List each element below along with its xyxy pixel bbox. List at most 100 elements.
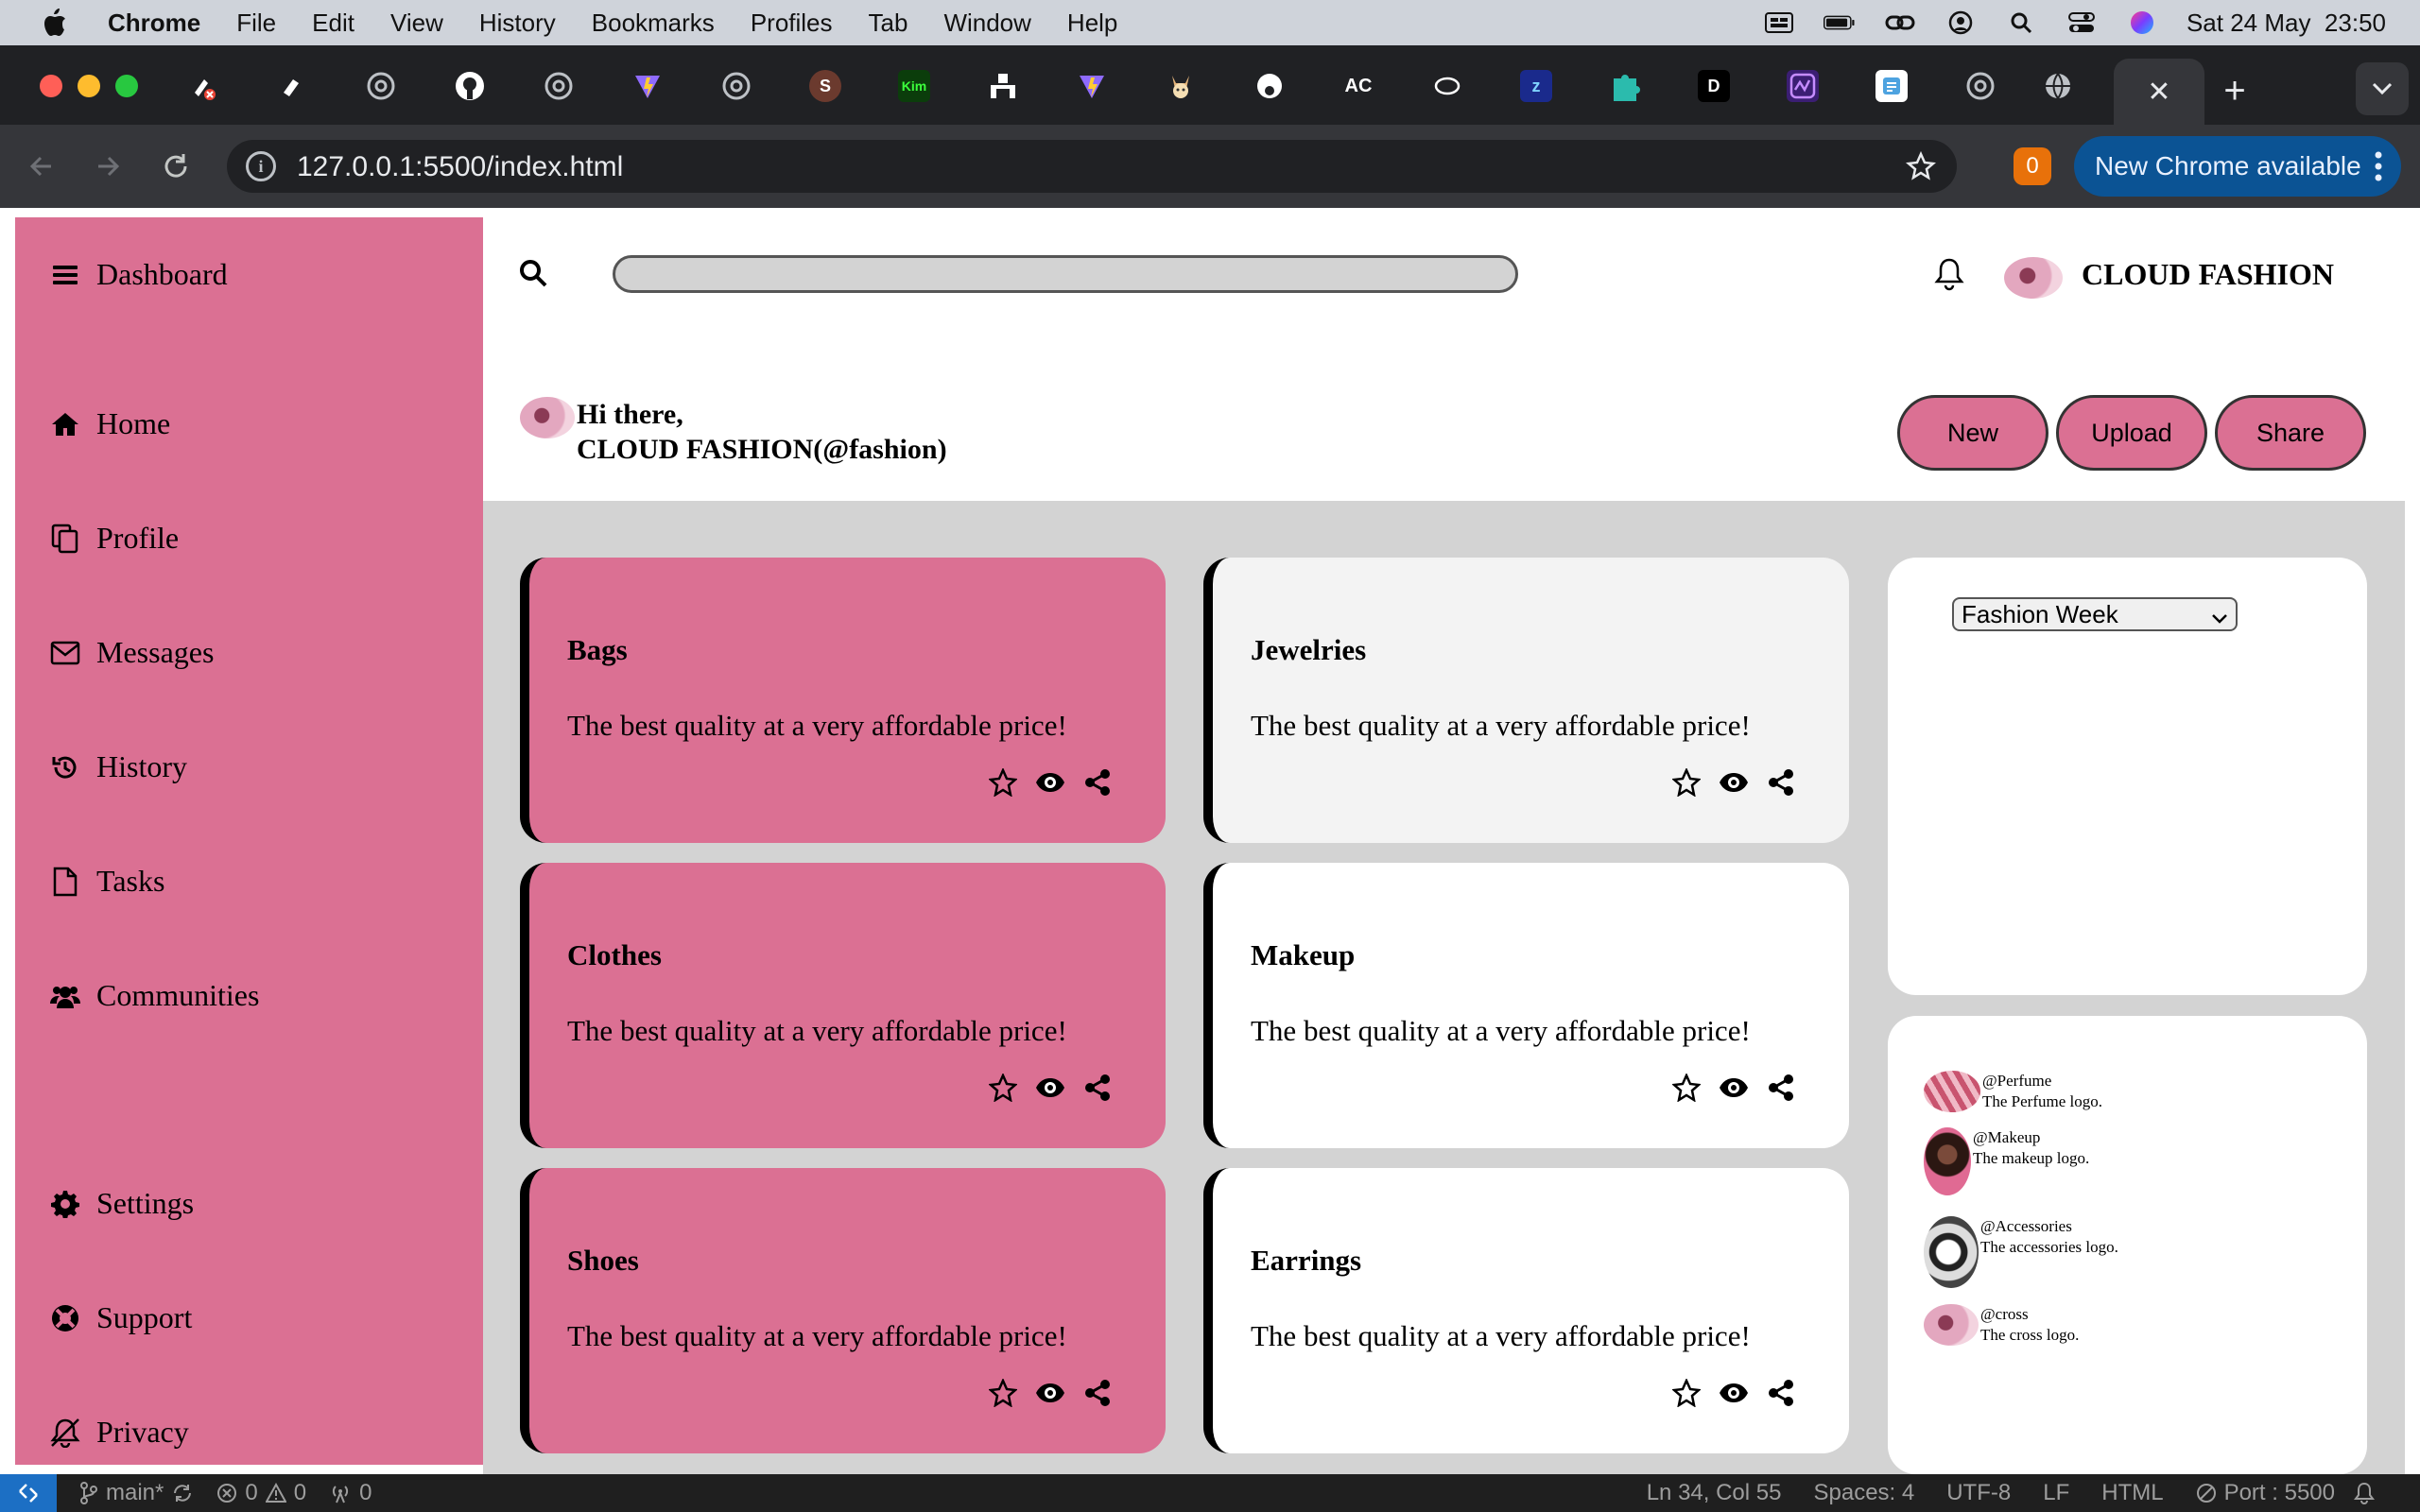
sidebar-item-home[interactable]: Home	[49, 406, 170, 441]
share-icon[interactable]	[1082, 767, 1113, 798]
bookmark-star-icon[interactable]	[1906, 150, 1936, 186]
star-icon[interactable]	[1671, 767, 1702, 798]
menu-clock[interactable]: Sat 24 May 23:50	[2187, 9, 2386, 38]
control-center-icon[interactable]	[2066, 11, 2098, 34]
site-info-icon[interactable]: i	[246, 151, 276, 181]
more-vert-icon[interactable]	[2375, 151, 2382, 188]
menu-window[interactable]: Window	[943, 9, 1030, 38]
siri-icon[interactable]	[2126, 11, 2158, 34]
share-icon[interactable]	[1766, 1378, 1796, 1408]
star-icon[interactable]	[988, 1073, 1018, 1103]
reload-icon[interactable]	[157, 147, 195, 185]
tab-favicon-docs-icon[interactable]	[1876, 70, 1908, 102]
close-window-button[interactable]	[40, 75, 62, 97]
category-card-shoes[interactable]: Shoes The best quality at a very afforda…	[520, 1168, 1166, 1453]
eye-icon[interactable]	[1719, 1378, 1749, 1408]
problems-indicator[interactable]: 0 0	[216, 1480, 306, 1506]
display-icon[interactable]	[1763, 11, 1795, 34]
new-button[interactable]: New	[1897, 395, 2048, 471]
extension-badge[interactable]: 0	[2014, 147, 2051, 185]
category-card-makeup[interactable]: Makeup The best quality at a very afford…	[1203, 863, 1849, 1148]
eye-icon[interactable]	[1035, 1073, 1065, 1103]
share-button[interactable]: Share	[2215, 395, 2366, 471]
chrome-update-button[interactable]: New Chrome available	[2074, 136, 2401, 197]
share-icon[interactable]	[1082, 1378, 1113, 1408]
upload-button[interactable]: Upload	[2056, 395, 2207, 471]
eye-icon[interactable]	[1719, 1073, 1749, 1103]
menu-app-name[interactable]: Chrome	[108, 9, 200, 38]
indentation[interactable]: Spaces: 4	[1813, 1480, 1914, 1506]
category-card-clothes[interactable]: Clothes The best quality at a very affor…	[520, 863, 1166, 1148]
account-item-cross[interactable]: @cross The cross logo.	[1924, 1304, 2079, 1346]
tab-favicon-vite-icon[interactable]	[1076, 70, 1108, 102]
sidebar-item-communities[interactable]: Communities	[49, 978, 259, 1013]
fashion-filter-select[interactable]: Fashion Week	[1952, 597, 2238, 631]
share-icon[interactable]	[1766, 1073, 1796, 1103]
menu-history[interactable]: History	[479, 9, 556, 38]
active-tab[interactable]: ✕	[2114, 59, 2204, 125]
notification-bell-icon[interactable]	[1934, 257, 1964, 296]
tab-favicon-link-icon[interactable]	[276, 70, 308, 102]
menu-profiles[interactable]: Profiles	[751, 9, 833, 38]
branch-indicator[interactable]: main*	[79, 1480, 194, 1506]
star-icon[interactable]	[1671, 1073, 1702, 1103]
live-server-port[interactable]: Port : 5500	[2196, 1480, 2335, 1506]
menu-help[interactable]: Help	[1067, 9, 1117, 38]
menu-bookmarks[interactable]: Bookmarks	[592, 9, 715, 38]
user-circle-icon[interactable]	[1945, 10, 1977, 35]
brand-avatar[interactable]	[2004, 257, 2063, 299]
address-url[interactable]: 127.0.0.1:5500/index.html	[297, 151, 623, 183]
share-icon[interactable]	[1766, 767, 1796, 798]
tab-favicon-chrome-icon[interactable]	[1964, 70, 1996, 102]
eye-icon[interactable]	[1035, 1378, 1065, 1408]
new-tab-button[interactable]: +	[2210, 66, 2259, 115]
language-mode[interactable]: HTML	[2101, 1480, 2163, 1506]
sidebar-item-support[interactable]: Support	[49, 1300, 192, 1335]
link-icon[interactable]	[1884, 11, 1916, 34]
sidebar-item-profile[interactable]: Profile	[49, 521, 179, 556]
category-card-earrings[interactable]: Earrings The best quality at a very affo…	[1203, 1168, 1849, 1453]
sidebar-dashboard-toggle[interactable]: Dashboard	[49, 257, 228, 292]
sidebar-item-privacy[interactable]: Privacy	[49, 1415, 189, 1450]
tab-favicon-d-icon[interactable]: D	[1698, 70, 1730, 102]
hamburger-menu-icon[interactable]	[49, 259, 81, 291]
tab-favicon-s-icon[interactable]: S	[809, 70, 841, 102]
battery-icon[interactable]	[1823, 11, 1856, 34]
search-icon[interactable]	[518, 258, 548, 293]
category-card-bags[interactable]: Bags The best quality at a very affordab…	[520, 558, 1166, 843]
category-card-jewelries[interactable]: Jewelries The best quality at a very aff…	[1203, 558, 1849, 843]
minimize-window-button[interactable]	[78, 75, 100, 97]
sidebar-item-tasks[interactable]: Tasks	[49, 864, 164, 899]
remote-indicator[interactable]	[0, 1474, 57, 1512]
ports-indicator[interactable]: 0	[329, 1480, 372, 1506]
cursor-position[interactable]: Ln 34, Col 55	[1647, 1480, 1782, 1506]
address-bar[interactable]: i 127.0.0.1:5500/index.html	[227, 140, 1957, 193]
tab-favicon-github-icon[interactable]	[454, 70, 486, 102]
star-icon[interactable]	[988, 767, 1018, 798]
menu-view[interactable]: View	[390, 9, 443, 38]
tab-favicon-ac-icon[interactable]: AC	[1342, 70, 1374, 102]
tab-favicon-chrome-icon[interactable]	[543, 70, 575, 102]
tab-favicon-bear-icon[interactable]	[1165, 70, 1197, 102]
tab-favicon-circle-icon[interactable]	[1253, 70, 1286, 102]
tab-favicon-ring-icon[interactable]	[1431, 70, 1463, 102]
eye-icon[interactable]	[1719, 767, 1749, 798]
tab-favicon-chrome-icon[interactable]	[365, 70, 397, 102]
back-arrow-icon[interactable]	[23, 147, 60, 185]
apple-icon[interactable]	[40, 7, 78, 39]
tab-favicon-chrome-icon[interactable]	[720, 70, 752, 102]
search-input[interactable]	[613, 255, 1518, 293]
account-item-accessories[interactable]: @Accessories The accessories logo.	[1924, 1216, 2118, 1288]
menu-file[interactable]: File	[236, 9, 276, 38]
eye-icon[interactable]	[1035, 767, 1065, 798]
end-of-line[interactable]: LF	[2043, 1480, 2069, 1506]
tab-favicon-puzzle-icon[interactable]	[1609, 70, 1641, 102]
account-item-perfume[interactable]: @Perfume The Perfume logo.	[1924, 1071, 2102, 1112]
tab-favicon-chart-icon[interactable]	[1787, 70, 1819, 102]
sidebar-item-messages[interactable]: Messages	[49, 635, 214, 670]
menu-edit[interactable]: Edit	[312, 9, 354, 38]
zoom-window-button[interactable]	[115, 75, 138, 97]
notifications-bell-icon[interactable]	[2354, 1482, 2375, 1511]
tab-favicon-vite-icon[interactable]	[631, 70, 664, 102]
tab-favicon-kim-icon[interactable]: Kim	[898, 70, 930, 102]
